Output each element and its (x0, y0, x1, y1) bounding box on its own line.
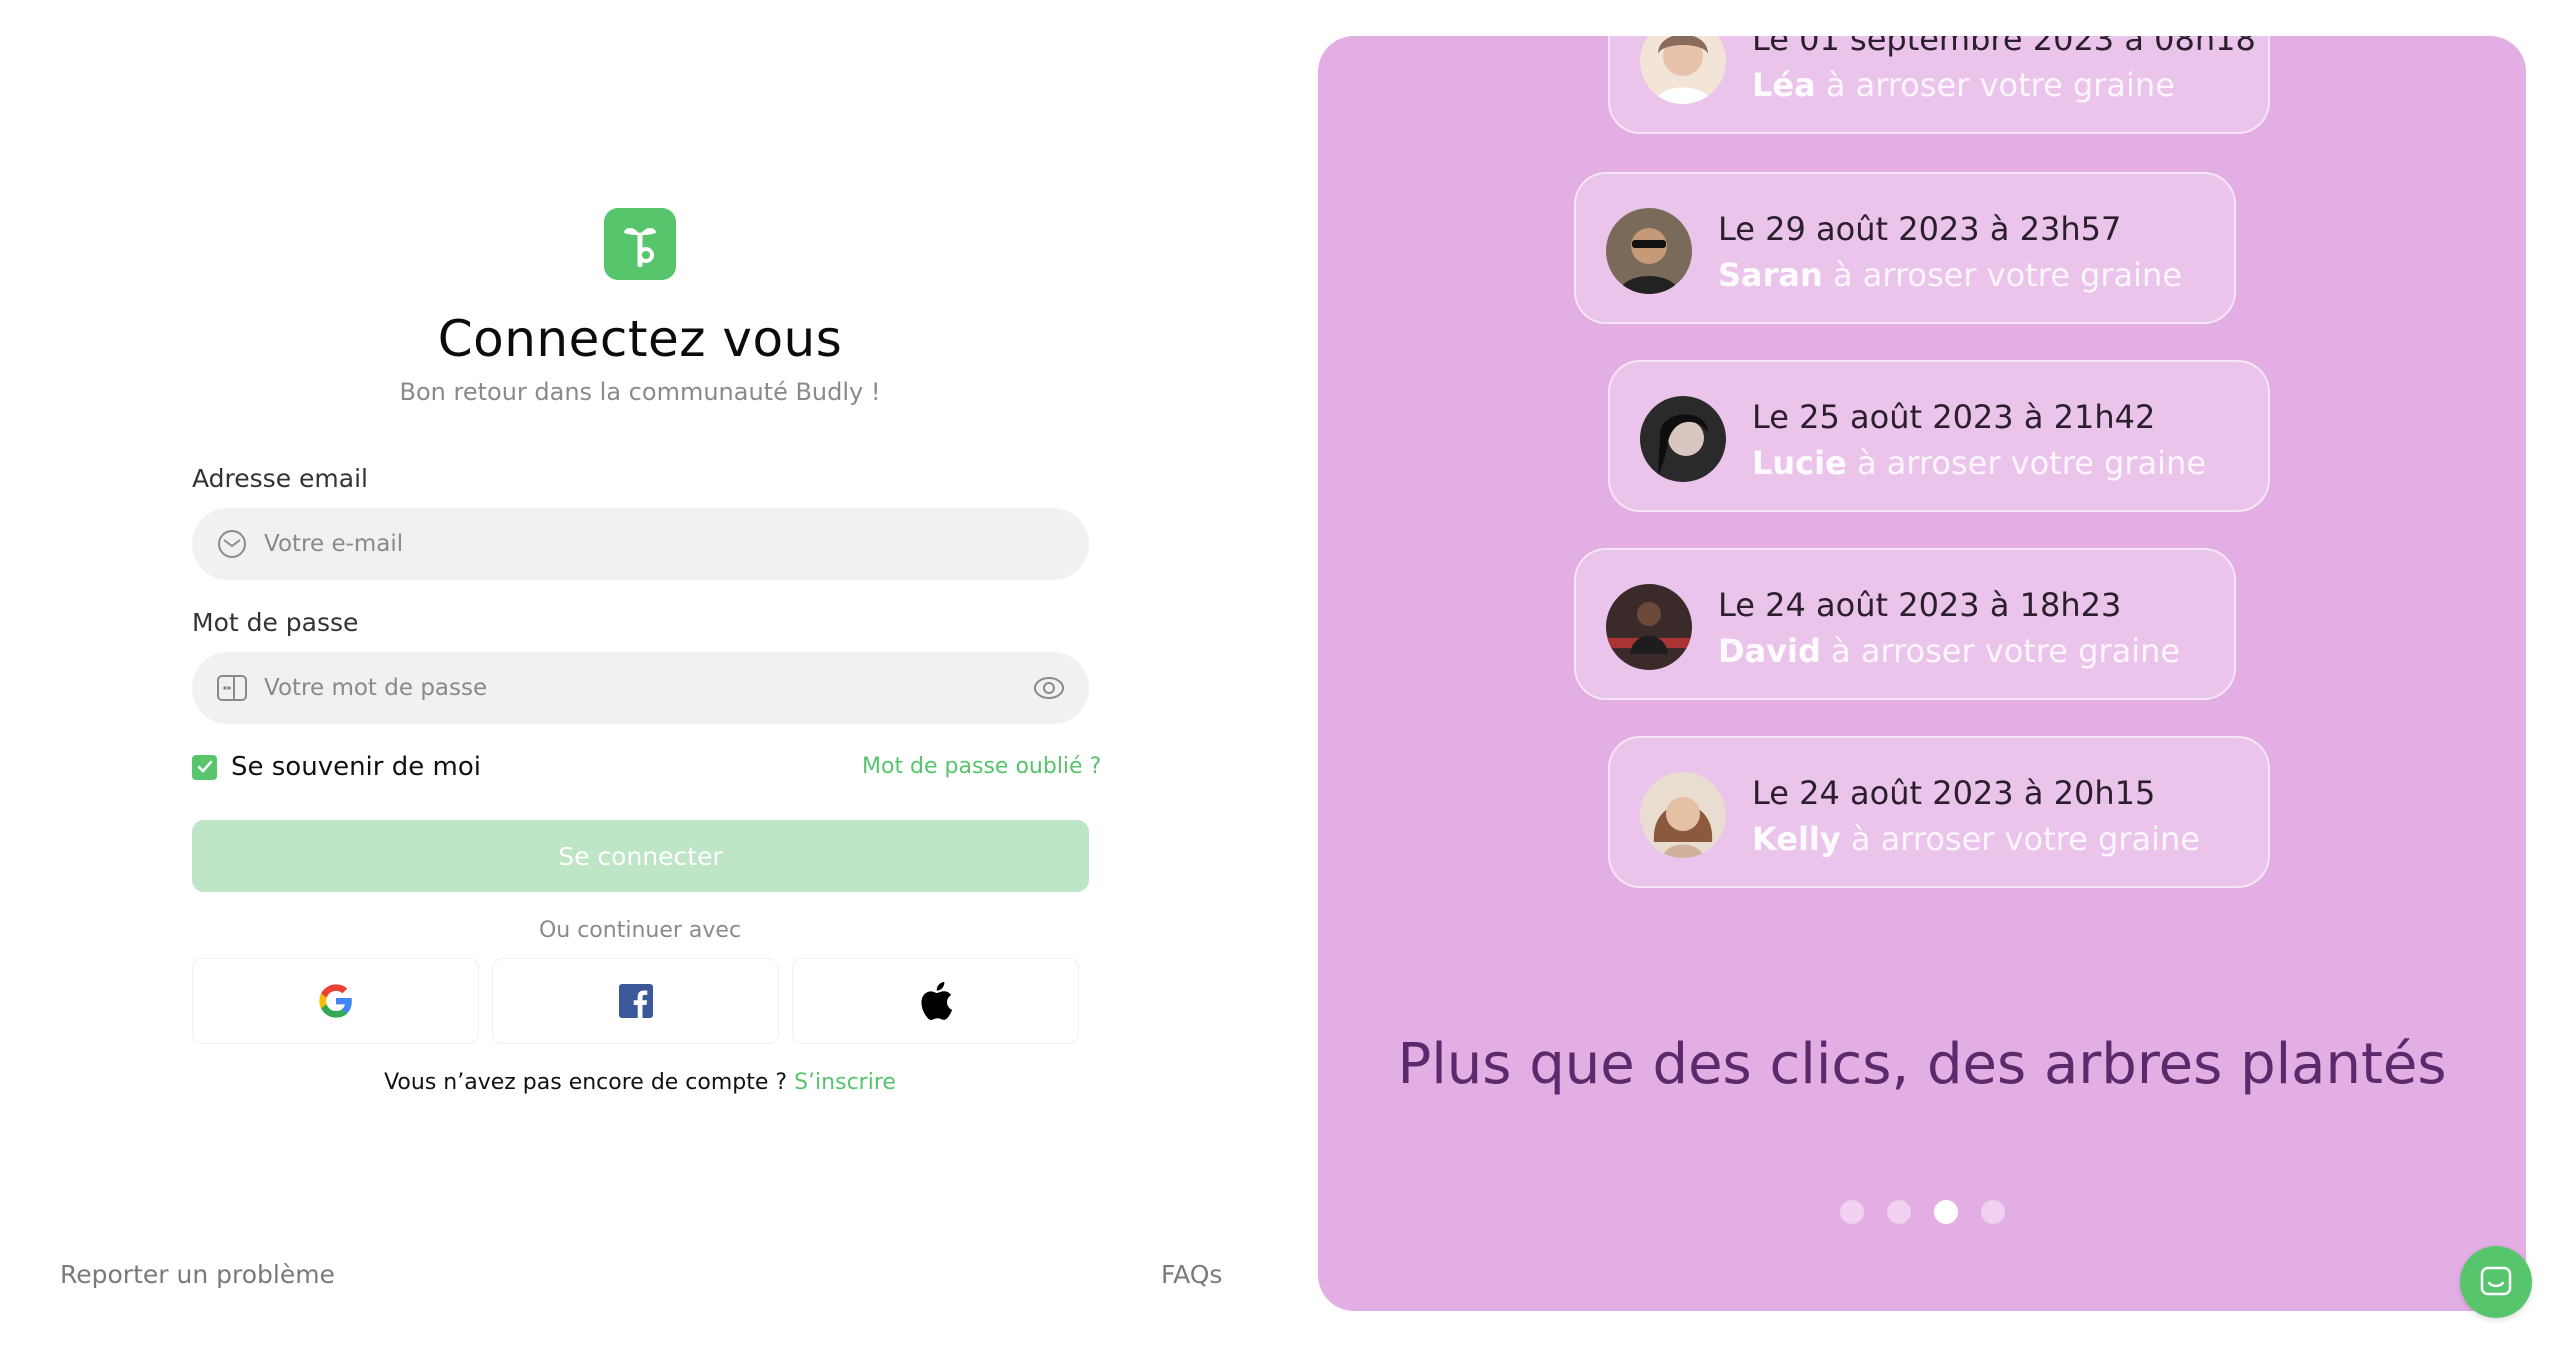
faqs-link[interactable]: FAQs (1161, 1260, 1222, 1289)
carousel-dot[interactable] (1839, 1200, 1864, 1224)
page-subtitle: Bon retour dans la communauté Budly ! (399, 378, 881, 406)
feed-user-name: David (1718, 632, 1821, 670)
apple-button[interactable] (792, 958, 1079, 1044)
feed-user-name: Kelly (1752, 820, 1841, 858)
avatar (1606, 584, 1692, 670)
feed-message: Lucie à arroser votre graine (1752, 444, 2206, 482)
signup-prompt: Vous n’avez pas encore de compte ? S’ins… (0, 1070, 1280, 1095)
avatar (1640, 772, 1726, 858)
feed-user-name: Lucie (1752, 444, 1847, 482)
chat-support-button[interactable] (2460, 1246, 2532, 1318)
avatar (1606, 208, 1692, 294)
feed-user-name: Saran (1718, 256, 1823, 294)
signup-text: Vous n’avez pas encore de compte ? (384, 1070, 788, 1095)
feed-card: Le 01 septembre 2023 à 08h18 Léa à arros… (1608, 36, 2270, 134)
apple-icon (920, 981, 952, 1020)
password-icon (217, 675, 247, 701)
google-icon (318, 984, 352, 1018)
feed-user-name: Léa (1752, 66, 1816, 104)
report-problem-link[interactable]: Reporter un problème (60, 1260, 335, 1289)
facebook-button[interactable] (492, 958, 779, 1044)
mail-icon (218, 530, 246, 558)
feed-date: Le 25 août 2023 à 21h42 (1752, 398, 2156, 436)
forgot-password-link[interactable]: Mot de passe oublié ? (862, 754, 1101, 779)
feed-date: Le 01 septembre 2023 à 08h18 (1752, 36, 2256, 58)
google-button[interactable] (192, 958, 479, 1044)
remember-me[interactable]: Se souvenir de moi (192, 752, 481, 782)
show-password-icon[interactable] (1033, 672, 1065, 704)
feed-action: à arroser votre graine (1856, 444, 2206, 482)
avatar (1640, 396, 1726, 482)
feed-card: Le 24 août 2023 à 18h23 David à arroser … (1574, 548, 2236, 700)
feed-card: Le 25 août 2023 à 21h42 Lucie à arroser … (1608, 360, 2270, 512)
promo-panel: Le 01 septembre 2023 à 08h18 Léa à arros… (1318, 36, 2526, 1311)
carousel-dots (1318, 1200, 2526, 1224)
feed-card: Le 24 août 2023 à 20h15 Kelly à arroser … (1608, 736, 2270, 888)
feed-date: Le 29 août 2023 à 23h57 (1718, 210, 2122, 248)
password-label: Mot de passe (192, 608, 359, 637)
feed-message: Kelly à arroser votre graine (1752, 820, 2200, 858)
carousel-dot[interactable] (1980, 1200, 2005, 1224)
feed-action: à arroser votre graine (1832, 256, 2182, 294)
budly-logo-icon (604, 208, 676, 280)
email-field[interactable]: Votre e-mail (192, 508, 1089, 580)
email-label: Adresse email (192, 464, 368, 493)
signup-link[interactable]: S’inscrire (794, 1070, 896, 1095)
feed-action: à arroser votre graine (1831, 632, 2181, 670)
feed-message: Saran à arroser votre graine (1718, 256, 2182, 294)
email-placeholder: Votre e-mail (264, 531, 404, 557)
login-button[interactable]: Se connecter (192, 820, 1089, 892)
feed-message: Léa à arroser votre graine (1752, 66, 2175, 104)
facebook-icon (618, 984, 653, 1018)
promo-tagline: Plus que des clics, des arbres plantés (1397, 1032, 2447, 1097)
remember-label: Se souvenir de moi (231, 752, 481, 782)
page-title: Connectez vous (437, 310, 843, 368)
feed-date: Le 24 août 2023 à 18h23 (1718, 586, 2122, 624)
carousel-dot[interactable] (1886, 1200, 1911, 1224)
feed-action: à arroser votre graine (1850, 820, 2200, 858)
chat-icon (2480, 1266, 2512, 1296)
or-divider: Ou continuer avec (538, 918, 742, 943)
feed-date: Le 24 août 2023 à 20h15 (1752, 774, 2156, 812)
feed-message: David à arroser votre graine (1718, 632, 2180, 670)
avatar (1640, 36, 1726, 104)
login-panel: Connectez vous Bon retour dans la commun… (0, 0, 1300, 1347)
remember-checkbox[interactable] (192, 754, 217, 780)
password-placeholder: Votre mot de passe (264, 675, 488, 701)
carousel-dot-active[interactable] (1933, 1200, 1958, 1224)
password-field[interactable]: Votre mot de passe (192, 652, 1089, 724)
feed-card: Le 29 août 2023 à 23h57 Saran à arroser … (1574, 172, 2236, 324)
check-icon (197, 760, 212, 773)
feed-action: à arroser votre graine (1825, 66, 2175, 104)
